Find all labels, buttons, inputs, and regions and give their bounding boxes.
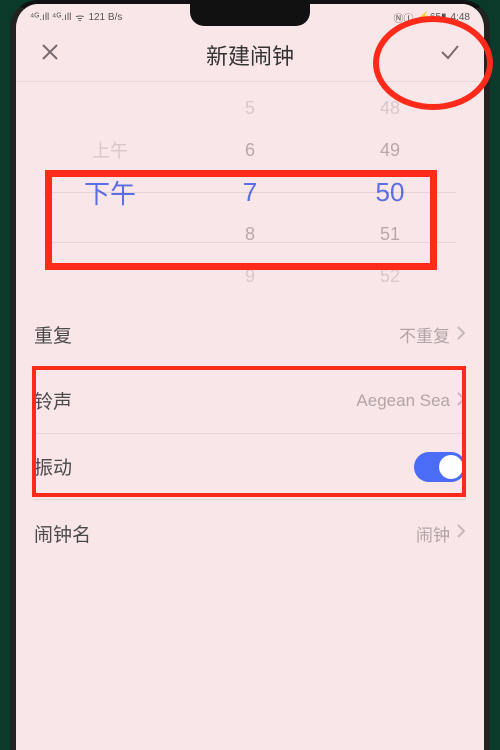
row-ringtone-label: 铃声 (34, 387, 72, 414)
time-picker[interactable]: 上午 下午 5 6 7 8 9 48 49 50 51 52 (16, 82, 484, 296)
chevron-right-icon (456, 391, 466, 411)
row-vibrate-label: 振动 (34, 453, 72, 480)
row-repeat[interactable]: 重复 不重复 (34, 302, 466, 368)
wifi-icon: ᯤ (75, 10, 84, 24)
row-name-label: 闹钟名 (34, 520, 91, 547)
row-vibrate: 振动 (34, 434, 466, 500)
chevron-right-icon (456, 523, 466, 543)
close-icon[interactable] (38, 40, 62, 69)
chevron-right-icon (456, 325, 466, 345)
clock-text: 4:48 (451, 12, 470, 23)
confirm-icon[interactable] (438, 40, 462, 69)
battery-icon: ⚡65▮ (417, 12, 446, 23)
row-name-value: 闹钟 (416, 521, 450, 546)
row-name[interactable]: 闹钟名 闹钟 (34, 500, 466, 566)
vibrate-toggle[interactable] (414, 452, 466, 482)
page-title: 新建闹钟 (206, 39, 294, 71)
row-ringtone-value: Aegean Sea (356, 391, 450, 411)
nfc-icon: ⓃⒾ (393, 10, 413, 25)
signal-icon: ⁴ᴳ.ıll ⁴ᴳ.ıll (30, 12, 71, 23)
row-ringtone[interactable]: 铃声 Aegean Sea (34, 368, 466, 434)
header-bar: 新建闹钟 (16, 28, 484, 82)
net-speed: 121 B/s (88, 12, 122, 23)
row-repeat-value: 不重复 (399, 322, 450, 347)
row-repeat-label: 重复 (34, 321, 72, 348)
